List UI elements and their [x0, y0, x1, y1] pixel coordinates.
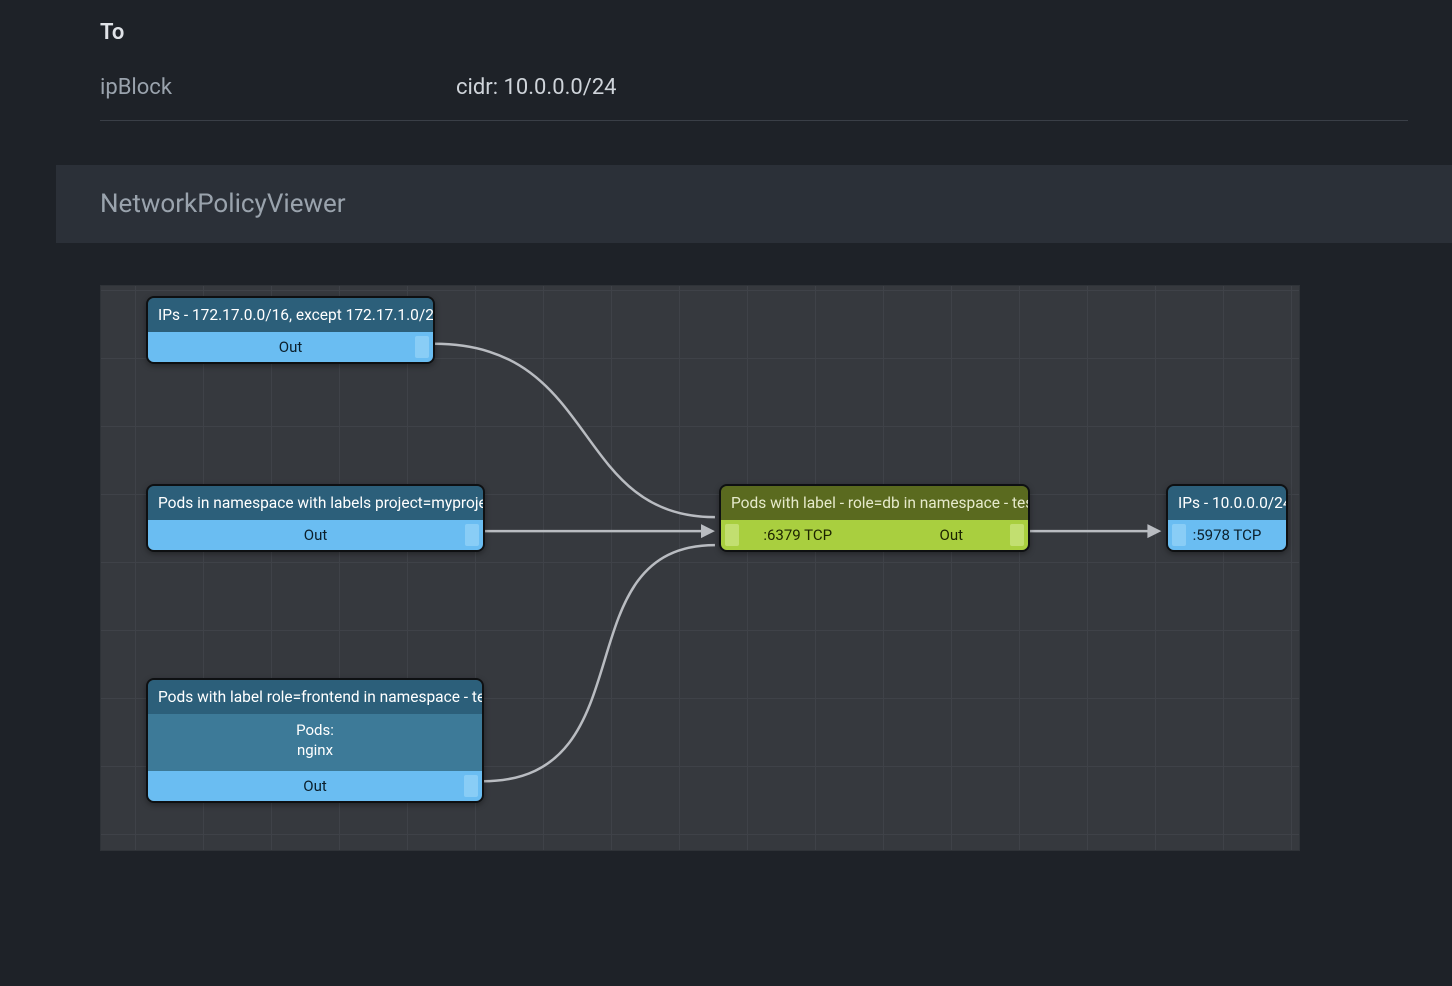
network-policy-canvas[interactable]: IPs - 172.17.0.0/16, except 172.17.1.0/2… — [100, 285, 1300, 851]
node-namespace-selector[interactable]: Pods in namespace with labels project=my… — [146, 484, 485, 552]
port-out[interactable]: Out — [148, 332, 433, 362]
node-body: Pods: nginx — [148, 714, 482, 771]
arrow-into-n5 — [1147, 524, 1161, 538]
node-pod-selector-db[interactable]: Pods with label - role=db in namespace -… — [719, 484, 1030, 552]
port-out[interactable]: Out — [875, 520, 1029, 550]
edge-n3-n4 — [483, 545, 715, 781]
node-title: Pods with label - role=db in namespace -… — [721, 486, 1028, 520]
node-title: IPs - 10.0.0.0/24 — [1168, 486, 1286, 520]
arrow-into-n4 — [701, 524, 715, 538]
ipblock-row: ipBlock cidr: 10.0.0.0/24 — [100, 65, 1408, 110]
divider — [100, 120, 1408, 121]
node-title: Pods in namespace with labels project=my… — [148, 486, 483, 520]
viewer-title: NetworkPolicyViewer — [100, 189, 1408, 219]
node-title: IPs - 172.17.0.0/16, except 172.17.1.0/2… — [148, 298, 433, 332]
node-title: Pods with label role=frontend in namespa… — [148, 680, 482, 714]
port-in[interactable]: :6379 TCP — [721, 520, 875, 550]
ipblock-value: cidr: 10.0.0.0/24 — [456, 75, 617, 100]
to-heading: To — [100, 20, 1408, 45]
port-handle-icon[interactable] — [1010, 524, 1024, 546]
port-handle-icon[interactable] — [1172, 524, 1186, 546]
ipblock-key: ipBlock — [100, 75, 456, 100]
port-in[interactable]: :5978 TCP — [1168, 520, 1286, 550]
port-handle-icon[interactable] — [725, 524, 739, 546]
port-handle-icon[interactable] — [465, 524, 479, 546]
to-section: To ipBlock cidr: 10.0.0.0/24 — [56, 0, 1452, 121]
port-handle-icon[interactable] — [415, 336, 429, 358]
port-handle-icon[interactable] — [464, 775, 478, 797]
node-ips-source[interactable]: IPs - 172.17.0.0/16, except 172.17.1.0/2… — [146, 296, 435, 364]
port-out[interactable]: Out — [148, 520, 483, 550]
node-pod-selector-frontend[interactable]: Pods with label role=frontend in namespa… — [146, 678, 484, 803]
viewer-section-header: NetworkPolicyViewer — [56, 165, 1452, 243]
node-ips-dest[interactable]: IPs - 10.0.0.0/24 :5978 TCP — [1166, 484, 1288, 552]
port-out[interactable]: Out — [148, 771, 482, 801]
